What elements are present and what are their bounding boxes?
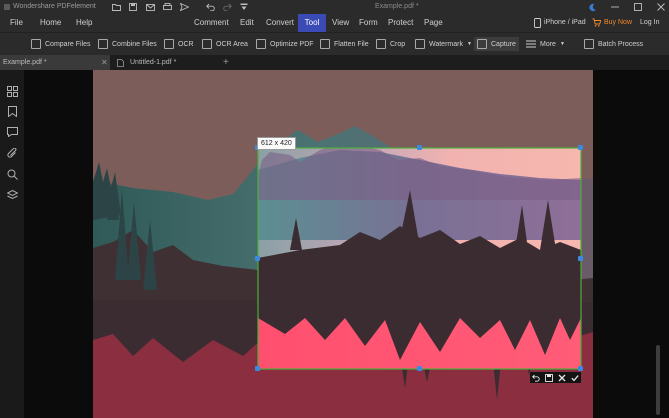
vertical-scrollbar[interactable] (656, 345, 660, 415)
resize-handle-bottom-right[interactable] (578, 366, 583, 371)
resize-handle-top-right[interactable] (578, 145, 583, 150)
capture-size-label: 612 x 420 (257, 137, 296, 150)
resize-handle-left[interactable] (255, 256, 260, 261)
undo-icon[interactable] (531, 373, 541, 383)
resize-handle-bottom[interactable] (417, 366, 422, 371)
resize-handle-top[interactable] (417, 145, 422, 150)
close-icon[interactable] (557, 373, 567, 383)
capture-action-toolbar (530, 372, 581, 383)
check-icon[interactable] (570, 373, 580, 383)
resize-handle-bottom-left[interactable] (255, 366, 260, 371)
capture-selection-region[interactable] (0, 0, 669, 418)
resize-handle-right[interactable] (578, 256, 583, 261)
save-icon[interactable] (544, 373, 554, 383)
